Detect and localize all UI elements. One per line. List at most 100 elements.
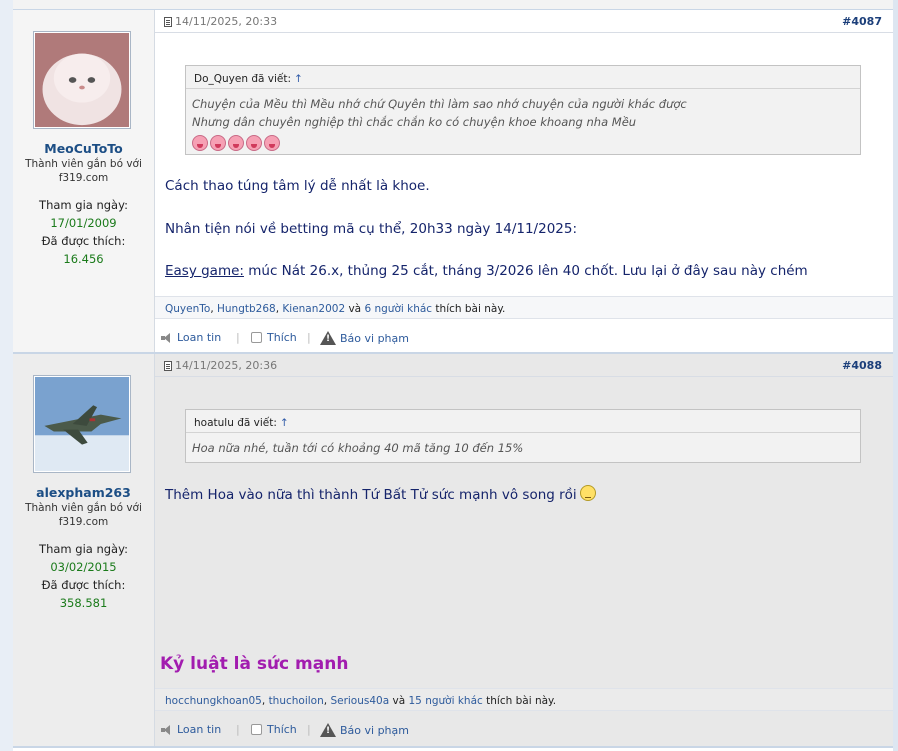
join-date-value: 03/02/2015	[50, 560, 117, 574]
post-actions: Loan tin | Thích | Báo vi phạm	[155, 717, 893, 741]
liker-link[interactable]: QuyenTo	[165, 303, 210, 315]
likes-received-label: Đã được thích:	[41, 234, 126, 248]
speaker-icon	[161, 332, 173, 343]
quote-divider	[186, 432, 860, 433]
speaker-icon	[161, 724, 173, 735]
post-permalink-icon	[164, 16, 172, 27]
quote-block: hoatulu đã viết: ↑ Hoa nữa nhé, tuần tới …	[185, 409, 861, 463]
tongue-out-icon	[210, 134, 226, 151]
message-line: Cách thao túng tâm lý dễ nhất là khoe.	[165, 178, 430, 194]
join-date-label: Tham gia ngày:	[39, 198, 128, 212]
post-number-link[interactable]: #4087	[842, 15, 882, 28]
likes-received-label: Đã được thích:	[41, 578, 126, 592]
post-date[interactable]: 14/11/2025, 20:33	[164, 15, 277, 28]
separator: |	[307, 331, 311, 344]
post-date[interactable]: 14/11/2025, 20:36	[164, 359, 277, 372]
message-text: Thêm Hoa vào nữa thì thành Tứ Bất Tử sức…	[165, 487, 577, 503]
post-4088: alexpham263 Thành viên gắn bó với f319.c…	[13, 354, 893, 748]
quote-emoji-row	[192, 132, 282, 151]
join-date-value: 17/01/2009	[50, 216, 117, 230]
report-button[interactable]: Báo vi phạm	[320, 331, 409, 345]
like-label: Thích	[267, 723, 297, 736]
tongue-out-icon	[192, 134, 208, 151]
page-right-edge	[893, 0, 898, 751]
user-signature: Kỷ luật là sức mạnh	[160, 654, 349, 674]
post-content: 14/11/2025, 20:36 #4088 hoatulu đã viết:…	[155, 354, 893, 746]
likes-and: và	[389, 695, 409, 707]
liker-link[interactable]: Kienan2002	[282, 303, 345, 315]
separator: |	[307, 723, 311, 736]
tongue-out-icon	[228, 134, 244, 151]
thumbs-up-icon	[251, 332, 262, 343]
post-permalink-icon	[164, 360, 172, 371]
share-label: Loan tin	[177, 331, 222, 344]
like-button[interactable]: Thích	[251, 331, 297, 344]
liker-link[interactable]: hocchungkhoan05	[165, 695, 262, 707]
likes-suffix: thích bài này.	[482, 695, 557, 707]
post-header: 14/11/2025, 20:36 #4088	[155, 354, 893, 377]
tongue-out-icon	[246, 134, 262, 151]
others-liked-link[interactable]: 15 người khác	[409, 695, 483, 707]
likes-and: và	[345, 303, 365, 315]
smirk-smiley-icon	[579, 485, 596, 501]
liker-link[interactable]: thuchoilon	[269, 695, 324, 707]
user-info-panel: alexpham263 Thành viên gắn bó với f319.c…	[13, 354, 155, 746]
tongue-out-icon	[264, 134, 280, 151]
warning-icon	[320, 723, 336, 737]
report-label: Báo vi phạm	[340, 331, 409, 345]
separator: |	[236, 331, 240, 344]
quote-author: Do_Quyen đã viết:	[194, 73, 292, 85]
like-button[interactable]: Thích	[251, 723, 297, 736]
thumbs-up-icon	[251, 724, 262, 735]
post-date-text: 14/11/2025, 20:36	[175, 359, 278, 372]
separator: |	[236, 723, 240, 736]
share-button[interactable]: Loan tin	[161, 723, 221, 736]
likes-received-value: 358.581	[59, 596, 108, 610]
post-content: 14/11/2025, 20:33 #4087 Do_Quyen đã viết…	[155, 10, 893, 352]
avatar[interactable]	[33, 375, 131, 473]
username-link[interactable]: alexpham263	[13, 485, 154, 500]
report-label: Báo vi phạm	[340, 723, 409, 737]
user-info-panel: MeoCuToTo Thành viên gắn bó với f319.com…	[13, 10, 155, 352]
share-button[interactable]: Loan tin	[161, 331, 221, 344]
quote-jump-arrow-icon[interactable]: ↑	[294, 73, 303, 85]
join-date-label: Tham gia ngày:	[39, 542, 128, 556]
user-title: Thành viên gắn bó với f319.com	[25, 158, 142, 184]
message-line: Thêm Hoa vào nữa thì thành Tứ Bất Tử sức…	[165, 485, 596, 503]
message-line: Easy game: múc Nát 26.x, thủng 25 cắt, t…	[165, 263, 808, 279]
like-label: Thích	[267, 331, 297, 344]
quote-author: hoatulu đã viết:	[194, 417, 277, 429]
user-title: Thành viên gắn bó với f319.com	[25, 502, 142, 528]
thread-container: MeoCuToTo Thành viên gắn bó với f319.com…	[13, 0, 893, 751]
username-link[interactable]: MeoCuToTo	[13, 141, 154, 156]
easy-game-label: Easy game:	[165, 263, 244, 279]
quote-header: hoatulu đã viết: ↑	[194, 417, 289, 429]
message-line: Nhân tiện nói về betting mã cụ thể, 20h3…	[165, 221, 578, 237]
liker-link[interactable]: Hungtb268	[217, 303, 276, 315]
quote-jump-arrow-icon[interactable]: ↑	[280, 417, 289, 429]
post-4087: MeoCuToTo Thành viên gắn bó với f319.com…	[13, 10, 893, 354]
warning-icon	[320, 331, 336, 345]
quote-block: Do_Quyen đã viết: ↑ Chuyện của Mều thì Mề…	[185, 65, 861, 155]
avatar[interactable]	[33, 31, 131, 129]
post-number-link[interactable]: #4088	[842, 359, 882, 372]
previous-post-edge	[13, 0, 893, 10]
post-date-text: 14/11/2025, 20:33	[175, 15, 278, 28]
share-label: Loan tin	[177, 723, 222, 736]
jet-avatar-image	[35, 377, 129, 471]
quote-divider	[186, 88, 860, 89]
message-text: múc Nát 26.x, thủng 25 cắt, tháng 3/2026…	[243, 263, 808, 279]
others-liked-link[interactable]: 6 người khác	[364, 303, 432, 315]
likes-summary: QuyenTo, Hungtb268, Kienan2002 và 6 ngườ…	[155, 296, 893, 319]
quote-line: Hoa nữa nhé, tuần tới có khoảng 40 mã tă…	[192, 441, 524, 455]
quote-line: Nhưng dân chuyên nghiệp thì chắc chắn ko…	[192, 115, 637, 129]
report-button[interactable]: Báo vi phạm	[320, 723, 409, 737]
post-header: 14/11/2025, 20:33 #4087	[155, 10, 893, 33]
likes-suffix: thích bài này.	[432, 303, 506, 315]
likes-summary: hocchungkhoan05, thuchoilon, Serious40a …	[155, 688, 893, 711]
quote-header: Do_Quyen đã viết: ↑	[194, 73, 303, 85]
post-actions: Loan tin | Thích | Báo vi phạm	[155, 325, 893, 349]
likes-received-value: 16.456	[63, 252, 104, 266]
liker-link[interactable]: Serious40a	[330, 695, 389, 707]
cat-avatar-image	[35, 33, 129, 127]
